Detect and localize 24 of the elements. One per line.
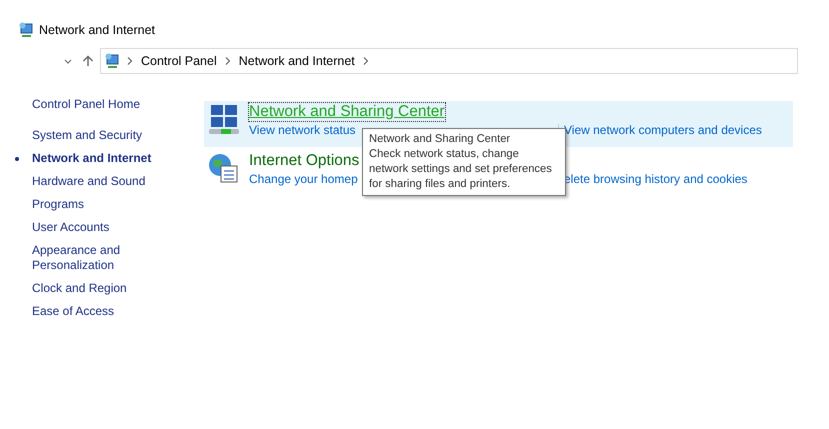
- sidebar-item[interactable]: Programs: [32, 197, 167, 212]
- sidebar-item[interactable]: Ease of Access: [32, 304, 167, 319]
- sidebar-item[interactable]: Network and Internet: [32, 151, 167, 166]
- address-bar[interactable]: Control Panel Network and Internet: [100, 48, 798, 74]
- sidebar-item[interactable]: Appearance and Personalization: [32, 243, 167, 273]
- tooltip-text: Check network status, change network settings and set preferences for sharing files and printers.: [369, 147, 553, 192]
- sidebar-link[interactable]: Control Panel Home: [32, 97, 204, 111]
- computers-icon: [207, 103, 241, 137]
- up-arrow-icon[interactable]: [82, 55, 94, 67]
- bullet-icon: [15, 157, 19, 161]
- breadcrumb[interactable]: Network and Internet: [238, 54, 355, 68]
- chevron-right-icon: [224, 57, 231, 65]
- network-icon: [19, 22, 33, 38]
- category-title-link[interactable]: Internet Options: [249, 152, 360, 170]
- chevron-right-icon[interactable]: [362, 57, 369, 65]
- sidebar-item[interactable]: Hardware and Sound: [32, 174, 167, 189]
- tooltip-title: Network and Sharing Center: [369, 132, 512, 147]
- window-title: Network and Internet: [39, 23, 156, 37]
- sidebar-item[interactable]: User Accounts: [32, 220, 167, 235]
- sidebar-item[interactable]: Clock and Region: [32, 281, 167, 296]
- network-icon: [105, 53, 119, 69]
- sidebar-item[interactable]: System and Security: [32, 128, 167, 143]
- chevron-right-icon: [127, 57, 133, 65]
- breadcrumb[interactable]: Control Panel: [141, 54, 217, 68]
